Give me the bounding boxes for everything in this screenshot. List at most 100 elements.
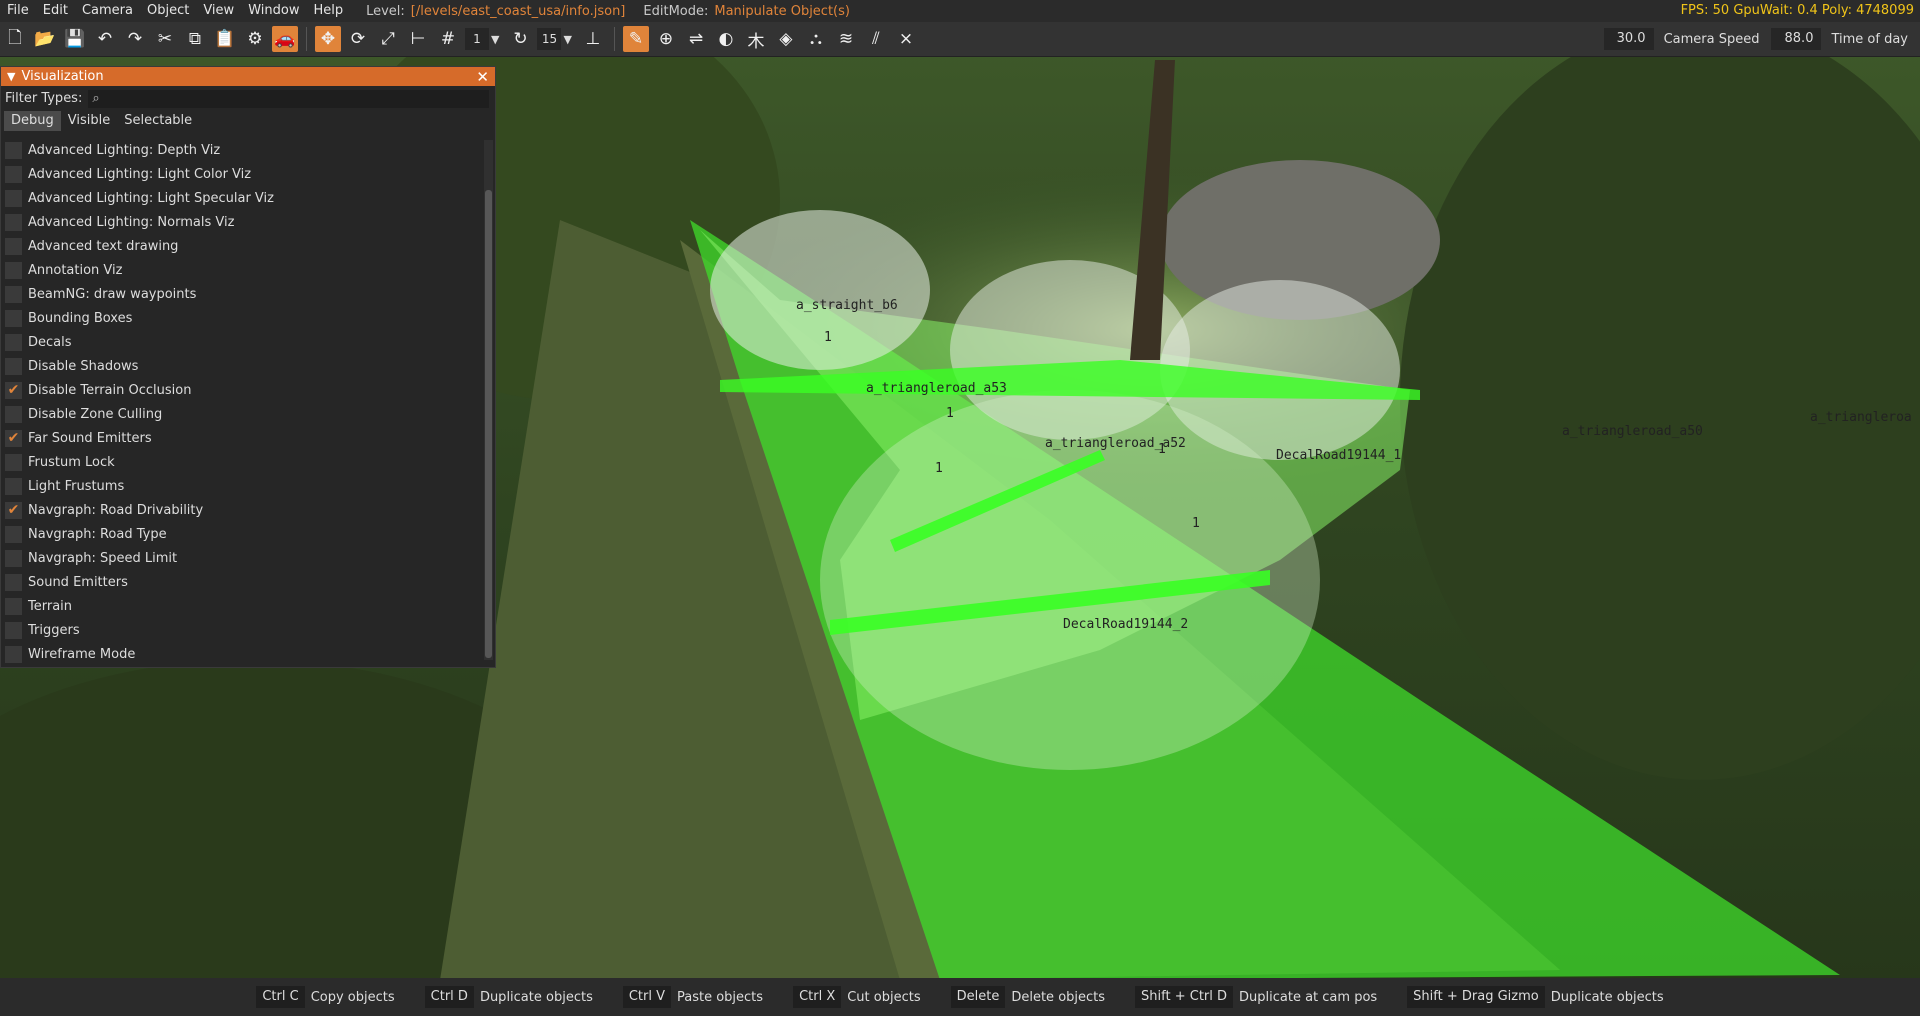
checkbox[interactable] bbox=[5, 573, 22, 591]
tab-visible[interactable]: Visible bbox=[61, 111, 117, 131]
chevron-down-icon[interactable]: ▼ bbox=[563, 33, 571, 46]
viz-option-label: BeamNG: draw waypoints bbox=[28, 286, 197, 302]
viz-option-row[interactable]: Frustum Lock bbox=[1, 450, 479, 474]
layers-icon[interactable]: ◈ bbox=[773, 26, 799, 52]
viz-option-row[interactable]: Annotation Viz bbox=[1, 258, 479, 282]
time-of-day-field[interactable]: 88.0 bbox=[1771, 28, 1822, 50]
checkbox[interactable] bbox=[5, 453, 22, 471]
menu-camera[interactable]: Camera bbox=[75, 0, 140, 22]
viz-option-row[interactable]: Advanced Lighting: Light Specular Viz bbox=[1, 186, 479, 210]
align-icon[interactable]: ⊢ bbox=[405, 26, 431, 52]
chevron-down-icon[interactable]: ▼ bbox=[491, 33, 499, 46]
checkbox[interactable] bbox=[5, 357, 22, 375]
grid-snap-icon[interactable]: # bbox=[435, 26, 461, 52]
checkbox[interactable] bbox=[5, 237, 22, 255]
rotate-snap-icon[interactable]: ↻ bbox=[507, 26, 533, 52]
translate-icon[interactable]: ✥ bbox=[315, 26, 341, 52]
shortcut-key: Shift + Drag Gizmo bbox=[1407, 986, 1545, 1008]
viz-option-row[interactable]: Triggers bbox=[1, 618, 479, 642]
viz-option-row[interactable]: BeamNG: draw waypoints bbox=[1, 282, 479, 306]
gear-icon[interactable]: ⚙ bbox=[242, 26, 268, 52]
forest-icon[interactable]: ⽊ bbox=[743, 26, 769, 52]
snap-value-field[interactable]: 1 bbox=[465, 28, 489, 50]
mesh-icon[interactable]: ⛬ bbox=[803, 26, 829, 52]
checkbox[interactable] bbox=[5, 309, 22, 327]
cut-icon[interactable]: ✂ bbox=[152, 26, 178, 52]
viz-option-row[interactable]: ✔ Far Sound Emitters bbox=[1, 426, 479, 450]
viz-option-row[interactable]: Navgraph: Road Type bbox=[1, 522, 479, 546]
close-icon[interactable]: ✕ bbox=[476, 68, 489, 86]
rotate-snap-field[interactable]: 15 bbox=[537, 28, 562, 50]
collapse-triangle-icon[interactable]: ▼ bbox=[7, 70, 15, 83]
viz-option-row[interactable]: Decals bbox=[1, 330, 479, 354]
checkbox[interactable] bbox=[5, 405, 22, 423]
terrain-paint-icon[interactable]: ◐ bbox=[713, 26, 739, 52]
camera-speed-field[interactable]: 30.0 bbox=[1603, 28, 1654, 50]
checkbox[interactable] bbox=[5, 549, 22, 567]
checkbox[interactable]: ✔ bbox=[5, 429, 22, 447]
drop-to-ground-icon[interactable]: ⊥ bbox=[580, 26, 606, 52]
checkbox[interactable]: ✔ bbox=[5, 381, 22, 399]
checkbox[interactable] bbox=[5, 525, 22, 543]
checkbox[interactable] bbox=[5, 285, 22, 303]
menu-edit[interactable]: Edit bbox=[36, 0, 75, 22]
paste-icon[interactable]: 📋 bbox=[212, 26, 238, 52]
checkbox[interactable] bbox=[5, 597, 22, 615]
viz-option-row[interactable]: Advanced Lighting: Light Color Viz bbox=[1, 162, 479, 186]
panel-title: Visualization bbox=[21, 69, 104, 84]
navgraph-icon[interactable]: ⨯ bbox=[893, 26, 919, 52]
checkbox[interactable] bbox=[5, 189, 22, 207]
tab-selectable[interactable]: Selectable bbox=[117, 111, 199, 131]
river-icon[interactable]: ⫽ bbox=[863, 26, 889, 52]
checkbox[interactable] bbox=[5, 477, 22, 495]
viz-option-row[interactable]: Light Frustums bbox=[1, 474, 479, 498]
viz-option-row[interactable]: ✔ Disable Terrain Occlusion bbox=[1, 378, 479, 402]
checkbox[interactable] bbox=[5, 333, 22, 351]
checkbox[interactable] bbox=[5, 165, 22, 183]
redo-icon[interactable]: ↷ bbox=[122, 26, 148, 52]
scrollbar[interactable] bbox=[484, 140, 493, 660]
viz-option-row[interactable]: Disable Shadows bbox=[1, 354, 479, 378]
scale-icon[interactable]: ⤢ bbox=[375, 26, 401, 52]
viz-option-row[interactable]: Navgraph: Speed Limit bbox=[1, 546, 479, 570]
road-tool-icon[interactable]: ⇌ bbox=[683, 26, 709, 52]
new-file-icon[interactable]: 🗋 bbox=[2, 26, 28, 52]
world-label-one: 1 bbox=[824, 330, 832, 345]
search-icon: ⌕ bbox=[92, 91, 100, 106]
menu-window[interactable]: Window bbox=[241, 0, 306, 22]
menu-help[interactable]: Help bbox=[306, 0, 350, 22]
viz-option-row[interactable]: Bounding Boxes bbox=[1, 306, 479, 330]
checkbox[interactable] bbox=[5, 213, 22, 231]
viz-option-row[interactable]: Disable Zone Culling bbox=[1, 402, 479, 426]
shortcut-description: Cut objects bbox=[847, 989, 921, 1005]
open-folder-icon[interactable]: 📂 bbox=[32, 26, 58, 52]
checkbox[interactable]: ✔ bbox=[5, 501, 22, 519]
pencil-icon[interactable]: ✎ bbox=[622, 26, 649, 52]
viz-option-row[interactable]: Sound Emitters bbox=[1, 570, 479, 594]
rotate-icon[interactable]: ⟳ bbox=[345, 26, 371, 52]
copy-icon[interactable]: ⧉ bbox=[182, 26, 208, 52]
viz-option-row[interactable]: Advanced text drawing bbox=[1, 234, 479, 258]
viz-option-row[interactable]: Advanced Lighting: Normals Viz bbox=[1, 210, 479, 234]
viz-option-row[interactable]: Terrain bbox=[1, 594, 479, 618]
undo-icon[interactable]: ↶ bbox=[92, 26, 118, 52]
viz-option-row[interactable]: Wireframe Mode bbox=[1, 642, 479, 666]
scrollbar-thumb[interactable] bbox=[485, 190, 492, 658]
checkbox[interactable] bbox=[5, 261, 22, 279]
menu-bar: File Edit Camera Object View Window Help… bbox=[0, 0, 1920, 22]
filter-input[interactable]: ⌕ bbox=[88, 89, 489, 108]
tab-debug[interactable]: Debug bbox=[4, 111, 61, 131]
save-icon[interactable]: 💾 bbox=[62, 26, 88, 52]
checkbox[interactable] bbox=[5, 645, 22, 663]
vehicle-icon[interactable]: 🚗 bbox=[272, 26, 298, 52]
menu-view[interactable]: View bbox=[196, 0, 241, 22]
viz-option-row[interactable]: ✔ Navgraph: Road Drivability bbox=[1, 498, 479, 522]
menu-object[interactable]: Object bbox=[140, 0, 196, 22]
checkbox[interactable] bbox=[5, 621, 22, 639]
panel-header[interactable]: ▼ Visualization ✕ bbox=[1, 67, 495, 86]
add-object-icon[interactable]: ⊕ bbox=[653, 26, 679, 52]
decal-road-icon[interactable]: ≋ bbox=[833, 26, 859, 52]
menu-file[interactable]: File bbox=[0, 0, 36, 22]
viz-option-row[interactable]: Advanced Lighting: Depth Viz bbox=[1, 138, 479, 162]
checkbox[interactable] bbox=[5, 141, 22, 159]
